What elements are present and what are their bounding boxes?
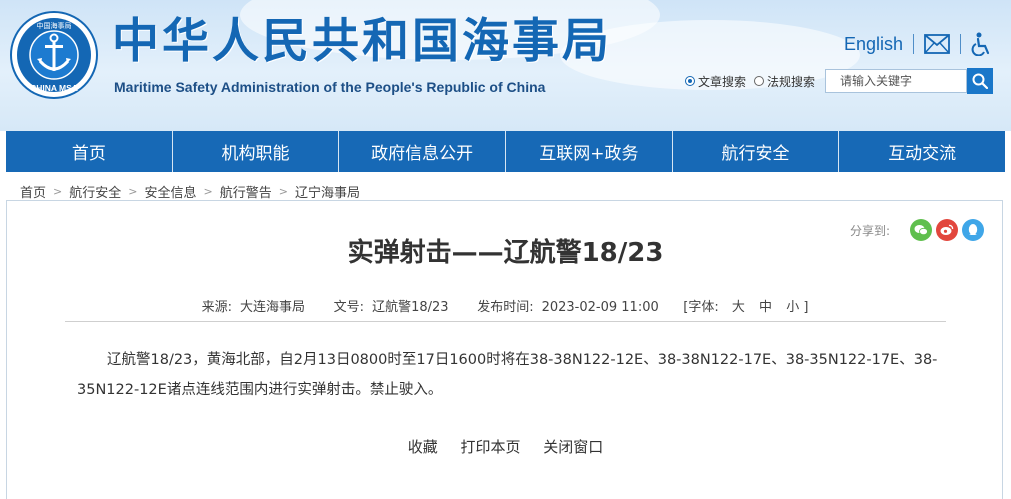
publish-time-label: 发布时间: — [477, 300, 534, 315]
close-window-button[interactable]: 关闭窗口 — [543, 438, 603, 456]
radio-law-search[interactable]: 法规搜索 — [754, 73, 815, 90]
article-title: 实弹射击——辽航警18/23 — [347, 238, 664, 268]
site-subtitle: Maritime Safety Administration of the Pe… — [114, 79, 546, 95]
chevron-right-icon: > — [53, 184, 63, 198]
divider — [960, 34, 961, 54]
source-label: 来源: — [201, 300, 232, 315]
accessibility-icon[interactable] — [971, 32, 991, 56]
search-input[interactable] — [825, 69, 968, 93]
svg-text:中国海事局: 中国海事局 — [37, 21, 72, 30]
nav-item-interaction[interactable]: 互动交流 — [838, 131, 1006, 172]
font-size-medium[interactable]: 中 — [759, 300, 772, 315]
breadcrumb: 首页 > 航行安全 > 安全信息 > 航行警告 > 辽宁海事局 — [20, 182, 360, 201]
font-size-large[interactable]: 大 — [732, 300, 745, 315]
search-area: 文章搜索 法规搜索 — [685, 68, 994, 94]
nav-item-gov-info[interactable]: 政府信息公开 — [338, 131, 506, 172]
radio-law-label: 法规搜索 — [767, 74, 816, 89]
font-size-small[interactable]: 小 ] — [786, 300, 808, 315]
site-header: CHINA MSA 中国海事局 中华人民共和国海事局 Maritime Safe… — [0, 0, 1011, 131]
breadcrumb-link[interactable]: 辽宁海事局 — [295, 182, 360, 201]
article-container: 分享到: 实弹射击——辽航警18/23 来源: 大连海事局 文号: 辽航警18/2 — [6, 200, 1003, 499]
chevron-right-icon: > — [128, 184, 138, 198]
breadcrumb-link[interactable]: 安全信息 — [144, 182, 196, 201]
msa-logo[interactable]: CHINA MSA 中国海事局 — [10, 11, 98, 99]
font-size-label: [字体: — [683, 300, 719, 315]
source-value: 大连海事局 — [239, 300, 305, 315]
article-actions: 收藏 打印本页 关闭窗口 — [7, 436, 1004, 457]
mail-icon[interactable] — [924, 34, 950, 54]
article-meta: 来源: 大连海事局 文号: 辽航警18/23 发布时间: 2023-02-09 11:… — [7, 296, 1004, 315]
print-button[interactable]: 打印本页 — [460, 438, 520, 456]
breadcrumb-link[interactable]: 航行警告 — [220, 182, 272, 201]
search-icon — [972, 73, 989, 89]
publish-time-value: 2023-02-09 11:00 — [541, 300, 659, 315]
radio-article-label: 文章搜索 — [698, 74, 747, 89]
doc-no-label: 文号: — [333, 300, 365, 315]
chevron-right-icon: > — [278, 184, 288, 198]
top-links: English — [844, 31, 991, 57]
divider — [65, 321, 946, 322]
radio-dot[interactable] — [754, 76, 765, 86]
article-body: 辽航警18/23，黄海北部，自2月13日0800时至17日1600时将在38-3… — [77, 352, 938, 398]
search-button[interactable] — [967, 68, 994, 94]
divider — [913, 34, 914, 54]
breadcrumb-link[interactable]: 首页 — [20, 182, 46, 201]
nav-item-navigation-safety[interactable]: 航行安全 — [671, 131, 839, 172]
radio-dot[interactable] — [685, 76, 695, 86]
breadcrumb-link[interactable]: 航行安全 — [69, 182, 121, 201]
english-link[interactable]: English — [844, 34, 903, 55]
collect-button[interactable]: 收藏 — [408, 438, 438, 456]
main-nav: 首页 机构职能 政府信息公开 互联网+政务 航行安全 互动交流 — [6, 131, 1006, 172]
site-title: 中华人民共和国海事局 — [112, 14, 612, 69]
chevron-right-icon: > — [203, 184, 213, 198]
nav-item-functions[interactable]: 机构职能 — [171, 131, 339, 172]
radio-article-search[interactable]: 文章搜索 — [685, 73, 746, 90]
nav-item-home[interactable]: 首页 — [6, 131, 172, 172]
doc-no-value: 辽航警18/23 — [372, 300, 449, 315]
logo-lettering: CHINA MSA — [30, 83, 78, 93]
nav-item-internet-gov[interactable]: 互联网+政务 — [505, 131, 672, 172]
